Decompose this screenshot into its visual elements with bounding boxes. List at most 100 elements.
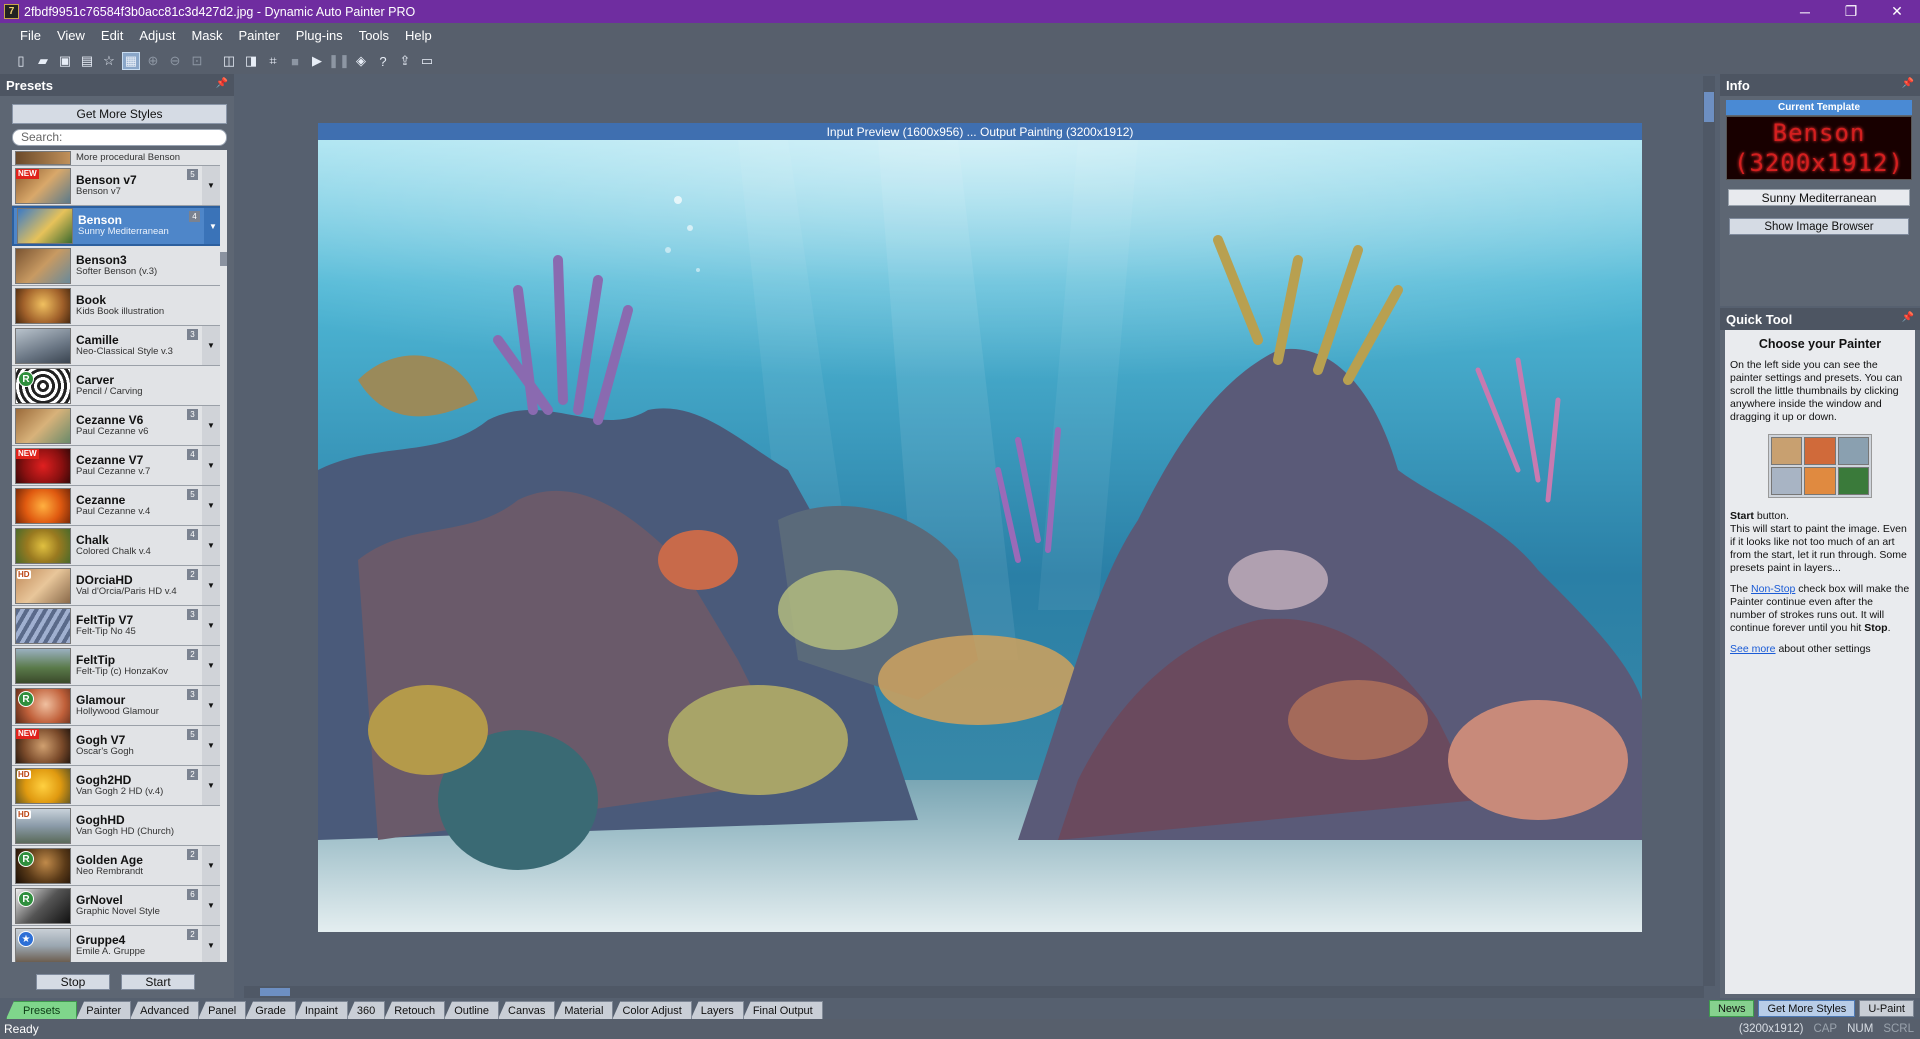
menu-painter[interactable]: Painter [231,28,288,43]
menu-tools[interactable]: Tools [351,28,397,43]
preset-item[interactable]: Benson3 Softer Benson (v.3) [12,246,220,286]
show-image-browser-button[interactable]: Show Image Browser [1729,218,1909,235]
tab-advanced[interactable]: Advanced [130,1001,200,1019]
canvas-vertical-scroll-thumb[interactable] [1704,92,1714,122]
preset-list-scroll-thumb[interactable] [220,252,227,266]
menu-edit[interactable]: Edit [93,28,131,43]
aquarium-preview-image[interactable] [318,140,1642,932]
preset-item[interactable]: ★ Gruppe4 Emile A. Gruppe 2 ▼ [12,926,220,962]
chevron-down-icon[interactable]: ▼ [202,166,220,205]
u-paint-tab[interactable]: U-Paint [1859,1000,1914,1017]
help-icon[interactable]: ? [374,52,392,70]
crop-icon[interactable]: ⌗ [264,52,282,70]
chevron-down-icon[interactable]: ▼ [202,926,220,962]
minimize-button[interactable]: ─ [1782,0,1828,23]
news-tab[interactable]: News [1708,1000,1755,1017]
chevron-down-icon[interactable]: ▼ [202,486,220,525]
chevron-down-icon[interactable]: ▼ [202,726,220,765]
eraser-icon[interactable]: ◈ [352,52,370,70]
preset-list-scrollbar[interactable] [220,150,227,962]
close-button[interactable]: ✕ [1874,0,1920,23]
pause-icon[interactable]: ❚❚ [328,52,350,70]
get-more-styles-button[interactable]: Get More Styles [12,104,227,124]
tab-final-output[interactable]: Final Output [742,1001,823,1019]
tab-outline[interactable]: Outline [444,1001,500,1019]
get-more-styles-tab[interactable]: Get More Styles [1758,1000,1856,1017]
preset-item[interactable]: NEW Benson v7 Benson v7 5 ▼ [12,166,220,206]
preset-item[interactable]: NEW Cezanne V7 Paul Cezanne v.7 4 ▼ [12,446,220,486]
zoom-out-icon[interactable]: ⊖ [166,52,184,70]
start-button[interactable]: Start [121,974,195,990]
pin-icon[interactable]: 📌 [1902,78,1914,89]
preset-item-partial[interactable]: More procedural Benson [12,150,220,166]
menu-adjust[interactable]: Adjust [131,28,183,43]
chevron-down-icon[interactable]: ▼ [202,446,220,485]
preset-item[interactable]: HD Gogh2HD Van Gogh 2 HD (v.4) 2 ▼ [12,766,220,806]
canvas-horizontal-scroll-thumb[interactable] [260,988,290,996]
preset-item[interactable]: Cezanne Paul Cezanne v.4 5 ▼ [12,486,220,526]
chevron-down-icon[interactable]: ▼ [204,208,220,244]
zoom-in-icon[interactable]: ⊕ [144,52,162,70]
tab-canvas[interactable]: Canvas [498,1001,556,1019]
canvas-vertical-scrollbar[interactable] [1703,76,1715,986]
split-view-icon[interactable]: ◫ [220,52,238,70]
play-icon[interactable]: ▶ [308,52,326,70]
menu-mask[interactable]: Mask [183,28,230,43]
non-stop-link[interactable]: Non-Stop [1751,583,1795,595]
upload-icon[interactable]: ⇪ [396,52,414,70]
screen-mode-icon[interactable]: ▭ [418,52,436,70]
tab-material[interactable]: Material [554,1001,614,1019]
preset-item[interactable]: FeltTip Felt-Tip (c) HonzaKov 2 ▼ [12,646,220,686]
chevron-down-icon[interactable]: ▼ [202,846,220,885]
preset-item[interactable]: R Carver Pencil / Carving [12,366,220,406]
image-browser-icon[interactable]: ▦ [122,52,140,70]
preset-item[interactable]: R Golden Age Neo Rembrandt 2 ▼ [12,846,220,886]
open-folder-icon[interactable]: ▰ [34,52,52,70]
chevron-down-icon[interactable]: ▼ [202,526,220,565]
tab-painter[interactable]: Painter [76,1001,132,1019]
favorite-star-icon[interactable]: ☆ [100,52,118,70]
preset-search-input[interactable]: Search: [12,129,227,146]
chevron-down-icon[interactable]: ▼ [202,606,220,645]
chevron-down-icon[interactable]: ▼ [202,326,220,365]
preset-item[interactable]: HD DOrciaHD Val d'Orcia/Paris HD v.4 2 ▼ [12,566,220,606]
stop-button[interactable]: Stop [36,974,110,990]
save-icon[interactable]: ▣ [56,52,74,70]
stop-icon[interactable]: ■ [286,52,304,70]
tab-retouch[interactable]: Retouch [384,1001,446,1019]
compare-view-icon[interactable]: ◨ [242,52,260,70]
preset-item[interactable]: Camille Neo-Classical Style v.3 3 ▼ [12,326,220,366]
save-as-icon[interactable]: ▤ [78,52,96,70]
tab-color-adjust[interactable]: Color Adjust [612,1001,692,1019]
maximize-button[interactable]: ❐ [1828,0,1874,23]
preset-list[interactable]: More procedural Benson NEW Benson v7 Bens… [12,150,220,962]
chevron-down-icon[interactable]: ▼ [202,686,220,725]
preset-item[interactable]: FeltTip V7 Felt-Tip No 45 3 ▼ [12,606,220,646]
see-more-link[interactable]: See more [1730,643,1776,655]
preset-item[interactable]: R Glamour Hollywood Glamour 3 ▼ [12,686,220,726]
preset-item-selected[interactable]: Benson Sunny Mediterranean 4 ▼ [12,206,220,246]
chevron-down-icon[interactable]: ▼ [202,566,220,605]
preset-item[interactable]: Book Kids Book illustration [12,286,220,326]
zoom-fit-icon[interactable]: ⊡ [188,52,206,70]
menu-file[interactable]: File [12,28,49,43]
tab-grade[interactable]: Grade [245,1001,296,1019]
preset-item[interactable]: NEW Gogh V7 Oscar's Gogh 5 ▼ [12,726,220,766]
menu-help[interactable]: Help [397,28,440,43]
chevron-down-icon[interactable]: ▼ [202,766,220,805]
preset-item[interactable]: R GrNovel Graphic Novel Style 6 ▼ [12,886,220,926]
menu-view[interactable]: View [49,28,93,43]
chevron-down-icon[interactable]: ▼ [202,406,220,445]
tab-layers[interactable]: Layers [690,1001,744,1019]
menu-plugins[interactable]: Plug-ins [288,28,351,43]
tab-presets[interactable]: Presets [6,1001,78,1019]
tab-360[interactable]: 360 [346,1001,386,1019]
preset-item[interactable]: HD GoghHD Van Gogh HD (Church) [12,806,220,846]
tab-inpaint[interactable]: Inpaint [294,1001,348,1019]
preset-item[interactable]: Cezanne V6 Paul Cezanne v6 3 ▼ [12,406,220,446]
pin-icon[interactable]: 📌 [216,78,228,89]
new-file-icon[interactable]: ▯ [12,52,30,70]
chevron-down-icon[interactable]: ▼ [202,886,220,925]
chevron-down-icon[interactable]: ▼ [202,646,220,685]
canvas-horizontal-scrollbar[interactable] [244,986,1704,998]
